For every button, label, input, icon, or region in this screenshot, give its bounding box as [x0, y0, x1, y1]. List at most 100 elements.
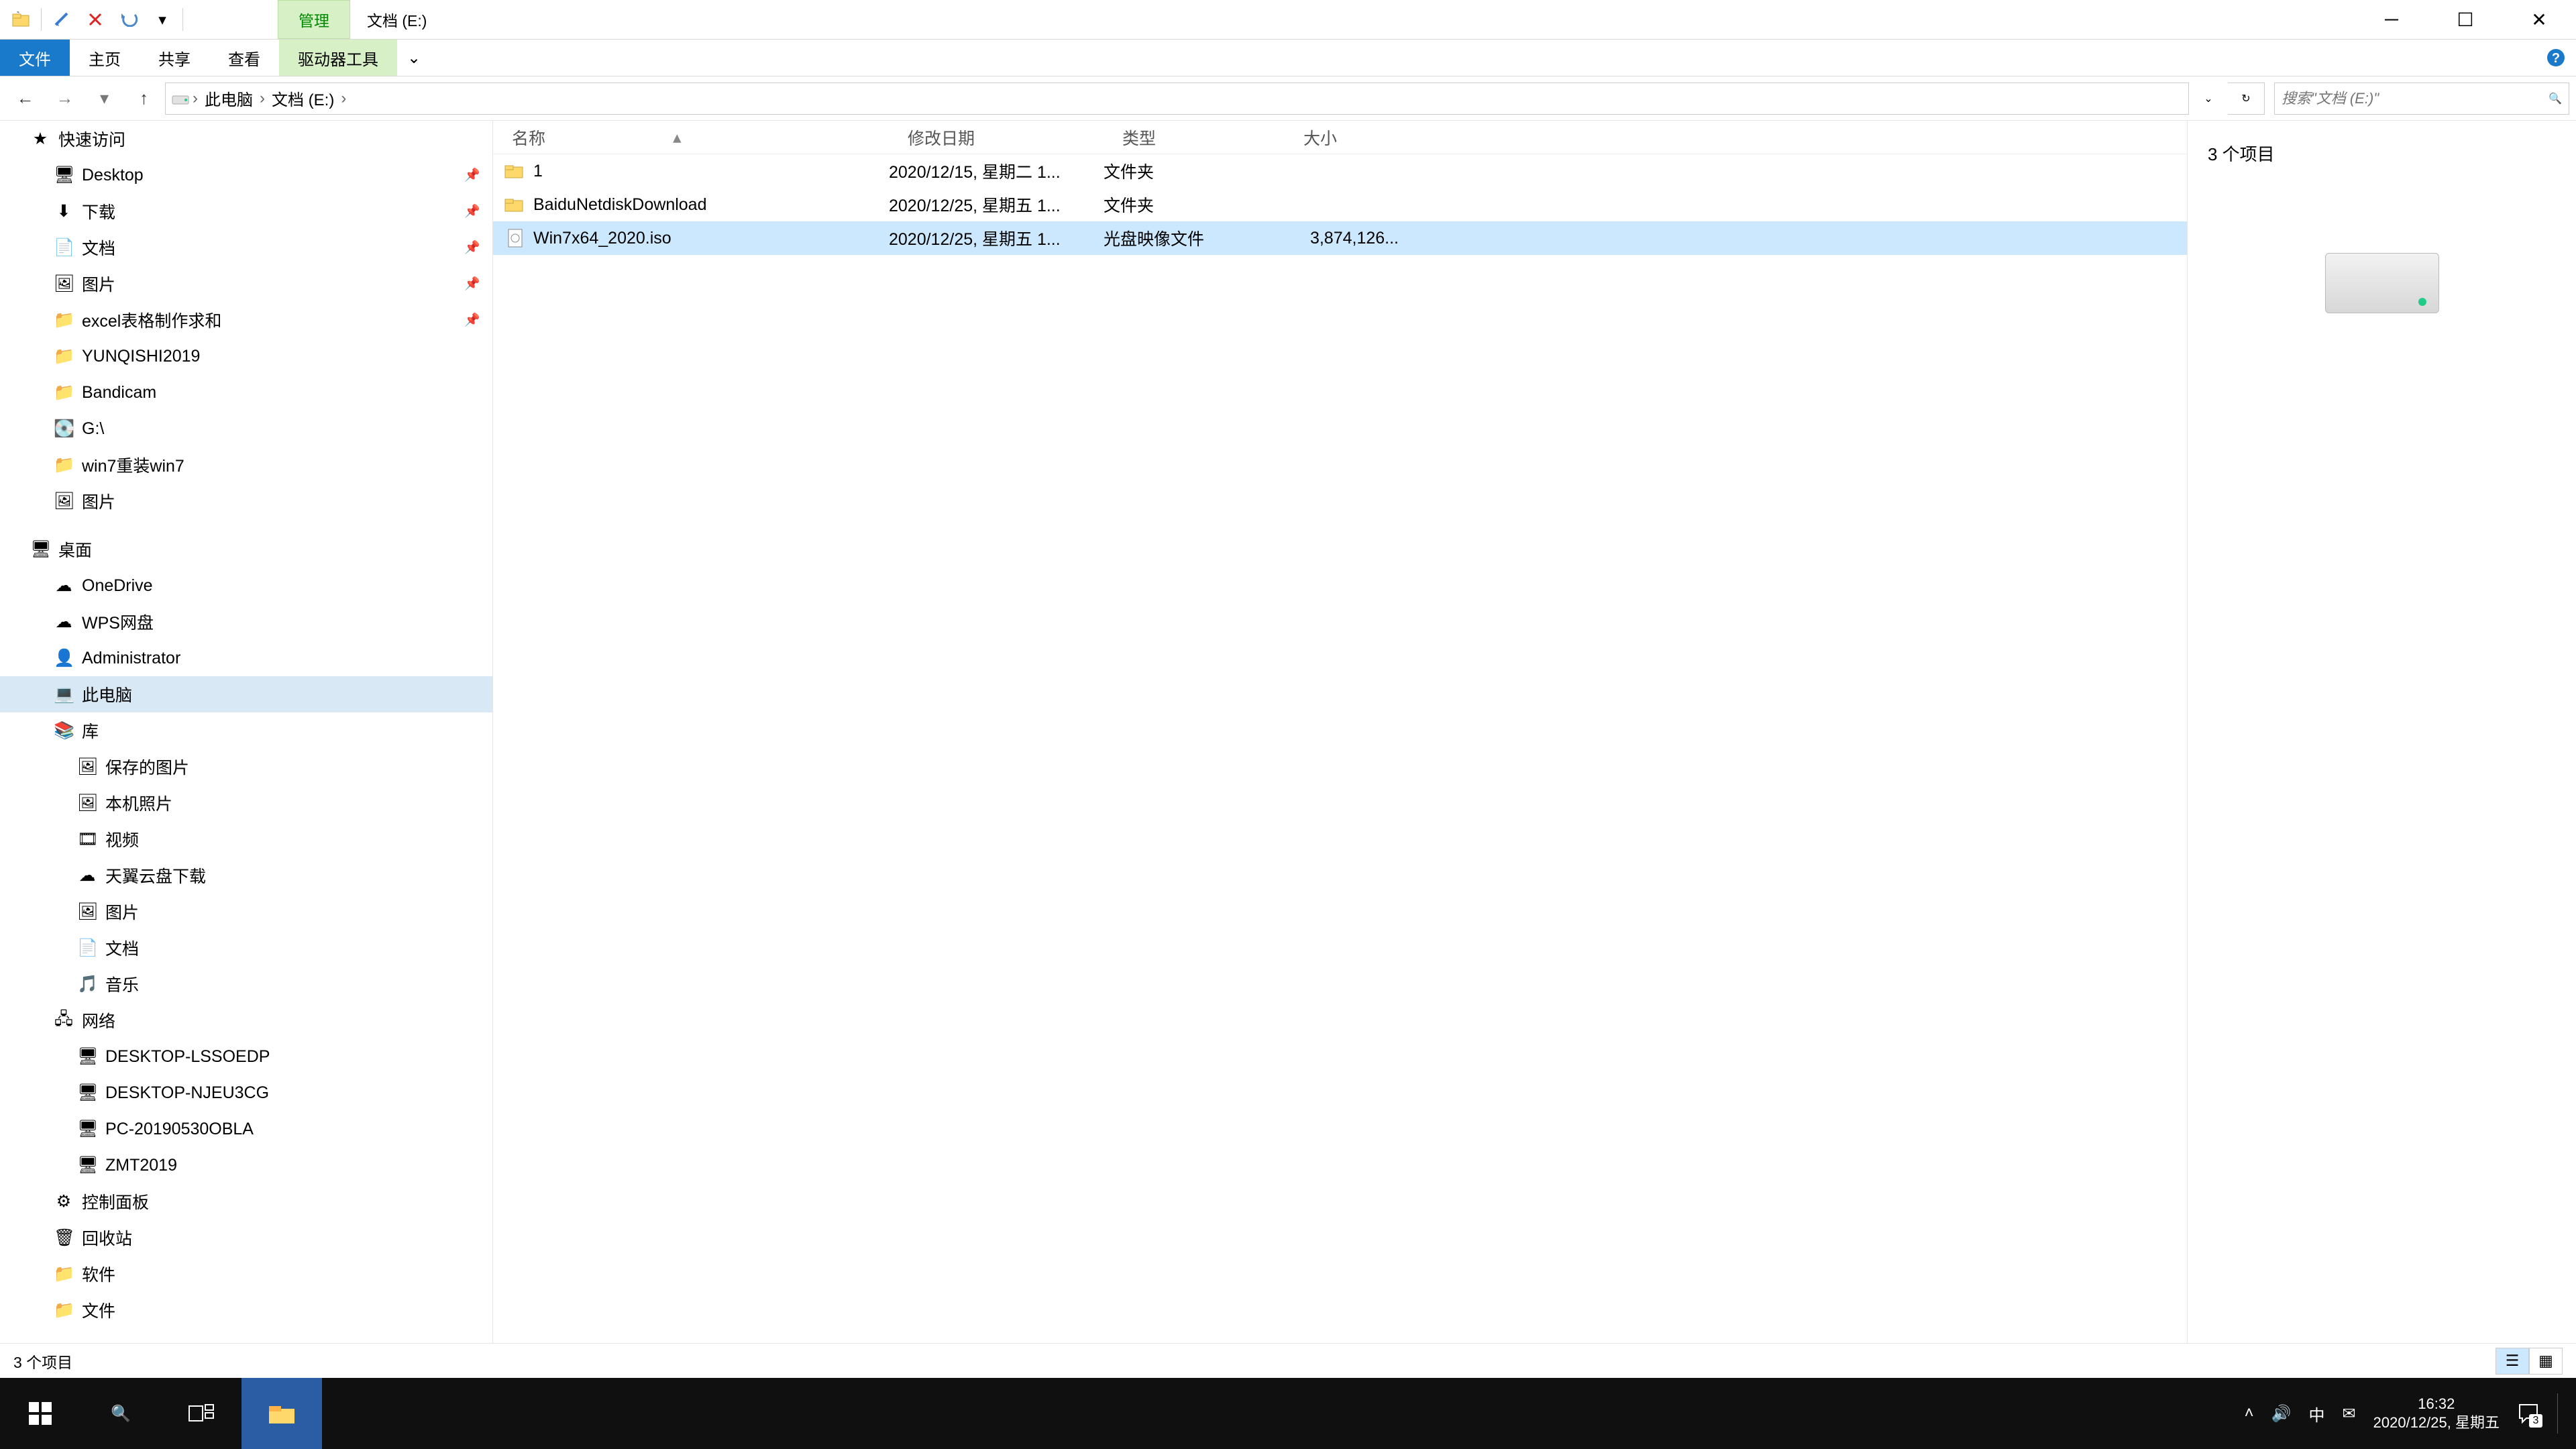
sidebar-item-pictures2[interactable]: 🖼图片 [0, 483, 492, 519]
sidebar-item-software[interactable]: 📁软件 [0, 1256, 492, 1292]
nav-up-icon[interactable]: ↑ [125, 80, 162, 117]
refresh-icon[interactable]: ↻ [2228, 83, 2265, 115]
file-pane[interactable]: 名称 ▴ 修改日期 类型 大小 12020/12/15, 星期二 1...文件夹… [493, 121, 2187, 1343]
sidebar-item-label: 文档 [82, 235, 115, 260]
taskbar-search-icon[interactable]: 🔍 [80, 1378, 161, 1449]
sidebar-item-label: 音乐 [105, 972, 139, 996]
sidebar-item-net4[interactable]: 🖥ZMT2019 [0, 1147, 492, 1183]
ribbon-expand-icon[interactable]: ⌄ [397, 40, 431, 76]
file-type: 文件夹 [1104, 159, 1285, 183]
sidebar-item-net1[interactable]: 🖥DESKTOP-LSSOEDP [0, 1038, 492, 1075]
sidebar-item-win7reinstall[interactable]: 📁win7重装win7 [0, 447, 492, 483]
search-input[interactable] [2282, 90, 2548, 107]
breadcrumb[interactable]: › 此电脑 › 文档 (E:) › [165, 83, 2189, 115]
column-header-size[interactable]: 大小 [1285, 125, 1399, 150]
sidebar-item-local-photos[interactable]: 🖼本机照片 [0, 785, 492, 821]
file-size: 3,874,126... [1285, 229, 1399, 248]
address-drop-icon[interactable]: ⌄ [2192, 92, 2225, 105]
sidebar-item-libraries[interactable]: 📚库 [0, 712, 492, 749]
sidebar-item-music[interactable]: 🎵音乐 [0, 966, 492, 1002]
sidebar-item-label: 回收站 [82, 1226, 132, 1250]
file-row[interactable]: Win7x64_2020.iso2020/12/25, 星期五 1...光盘映像… [493, 221, 2187, 255]
sidebar-item-onedrive[interactable]: ☁OneDrive [0, 568, 492, 604]
sidebar-item-recycle[interactable]: 🗑回收站 [0, 1220, 492, 1256]
sidebar-item-documents[interactable]: 📄文档📌 [0, 229, 492, 266]
notification-count: 3 [2529, 1414, 2542, 1428]
nav-forward-icon[interactable]: → [46, 80, 83, 117]
chevron-right-icon[interactable]: › [193, 89, 198, 108]
tray-action-center-icon[interactable]: 3 [2517, 1402, 2540, 1425]
sidebar-item-net2[interactable]: 🖥DESKTOP-NJEU3CG [0, 1075, 492, 1111]
start-button[interactable] [0, 1378, 80, 1449]
tray-mail-icon[interactable]: ✉ [2343, 1404, 2356, 1424]
sidebar-item-downloads[interactable]: ⬇下载📌 [0, 193, 492, 229]
sidebar-item-label: 图片 [82, 272, 115, 296]
taskbar-taskview-icon[interactable] [161, 1378, 241, 1449]
sidebar-item-administrator[interactable]: 👤Administrator [0, 640, 492, 676]
sidebar-item-files[interactable]: 📁文件 [0, 1292, 492, 1328]
sidebar-item-gdrive[interactable]: 💽G:\ [0, 411, 492, 447]
minimize-button[interactable]: ─ [2355, 0, 2428, 39]
sidebar-item-yunqishi[interactable]: 📁YUNQISHI2019 [0, 338, 492, 374]
sidebar-item-label: 桌面 [58, 537, 92, 561]
sidebar-item-desktop[interactable]: 🖥Desktop📌 [0, 157, 492, 193]
nav-sidebar[interactable]: ★快速访问 🖥Desktop📌 ⬇下载📌 📄文档📌 🖼图片📌 📁excel表格制… [0, 121, 493, 1343]
sidebar-item-videos[interactable]: 🎞视频 [0, 821, 492, 857]
ribbon-tab-share[interactable]: 共享 [140, 40, 209, 76]
qat-new-folder-icon[interactable]: ✎ [4, 0, 38, 39]
context-tab-manage[interactable]: 管理 [278, 0, 350, 39]
taskbar-explorer-icon[interactable] [241, 1378, 322, 1449]
qat-dropdown-icon[interactable]: ▾ [146, 0, 179, 39]
search-box[interactable]: 🔍 [2274, 83, 2569, 115]
sidebar-item-net3[interactable]: 🖥PC-20190530OBLA [0, 1111, 492, 1147]
view-large-icons-icon[interactable]: ▦ [2529, 1348, 2563, 1375]
file-row[interactable]: 12020/12/15, 星期二 1...文件夹 [493, 154, 2187, 188]
file-date: 2020/12/25, 星期五 1... [889, 226, 1104, 250]
sidebar-item-pictures[interactable]: 🖼图片📌 [0, 266, 492, 302]
sidebar-item-lib-pictures[interactable]: 🖼图片 [0, 894, 492, 930]
main-area: ★快速访问 🖥Desktop📌 ⬇下载📌 📄文档📌 🖼图片📌 📁excel表格制… [0, 121, 2576, 1343]
qat-delete-icon[interactable] [78, 0, 112, 39]
tray-volume-icon[interactable]: 🔊 [2271, 1404, 2292, 1424]
chevron-right-icon[interactable]: › [341, 89, 346, 108]
help-icon[interactable]: ? [2536, 40, 2576, 76]
sidebar-item-bandicam[interactable]: 📁Bandicam [0, 374, 492, 411]
breadcrumb-current[interactable]: 文档 (E:) [268, 87, 338, 110]
sidebar-item-wps[interactable]: ☁WPS网盘 [0, 604, 492, 640]
column-header-type[interactable]: 类型 [1104, 125, 1285, 150]
sidebar-item-desktop-zh[interactable]: 🖥桌面 [0, 531, 492, 568]
show-desktop-button[interactable] [2557, 1393, 2565, 1434]
sidebar-item-network[interactable]: 🖧网络 [0, 1002, 492, 1038]
sidebar-item-saved-pics[interactable]: 🖼保存的图片 [0, 749, 492, 785]
sidebar-item-tianyi[interactable]: ☁天翼云盘下载 [0, 857, 492, 894]
nav-back-icon[interactable]: ← [7, 80, 44, 117]
ribbon-tab-file[interactable]: 文件 [0, 40, 70, 76]
qat-undo-icon[interactable] [112, 0, 146, 39]
tray-ime-icon[interactable]: 中 [2309, 1402, 2325, 1426]
breadcrumb-root[interactable]: 此电脑 [201, 87, 257, 110]
chevron-right-icon[interactable]: › [260, 89, 265, 108]
close-button[interactable]: ✕ [2502, 0, 2576, 39]
tray-overflow-icon[interactable]: ˄ [2245, 1404, 2254, 1423]
nav-recent-icon[interactable]: ▾ [86, 80, 123, 117]
sidebar-item-quick-access[interactable]: ★快速访问 [0, 121, 492, 157]
qat-properties-icon[interactable] [45, 0, 78, 39]
sidebar-item-excel[interactable]: 📁excel表格制作求和📌 [0, 302, 492, 338]
ribbon-tab-view[interactable]: 查看 [209, 40, 279, 76]
column-header-date[interactable]: 修改日期 [889, 125, 1104, 150]
drive-icon [171, 92, 190, 105]
ribbon-tab-home[interactable]: 主页 [70, 40, 140, 76]
column-header-name[interactable]: 名称 ▴ [493, 125, 889, 150]
view-details-icon[interactable]: ☰ [2496, 1348, 2529, 1375]
sidebar-item-this-pc[interactable]: 💻此电脑 [0, 676, 492, 712]
sidebar-item-lib-docs[interactable]: 📄文档 [0, 930, 492, 966]
file-row[interactable]: BaiduNetdiskDownload2020/12/25, 星期五 1...… [493, 188, 2187, 221]
maximize-button[interactable]: ☐ [2428, 0, 2502, 39]
ribbon-tab-drivetools[interactable]: 驱动器工具 [279, 40, 397, 76]
sidebar-item-label: 视频 [105, 827, 139, 851]
tray-clock[interactable]: 16:32 2020/12/25, 星期五 [2373, 1395, 2500, 1432]
file-name: BaiduNetdiskDownload [533, 195, 889, 215]
sidebar-item-control-panel[interactable]: ⚙控制面板 [0, 1183, 492, 1220]
sidebar-item-label: YUNQISHI2019 [82, 347, 200, 366]
search-icon[interactable]: 🔍 [2548, 92, 2562, 105]
